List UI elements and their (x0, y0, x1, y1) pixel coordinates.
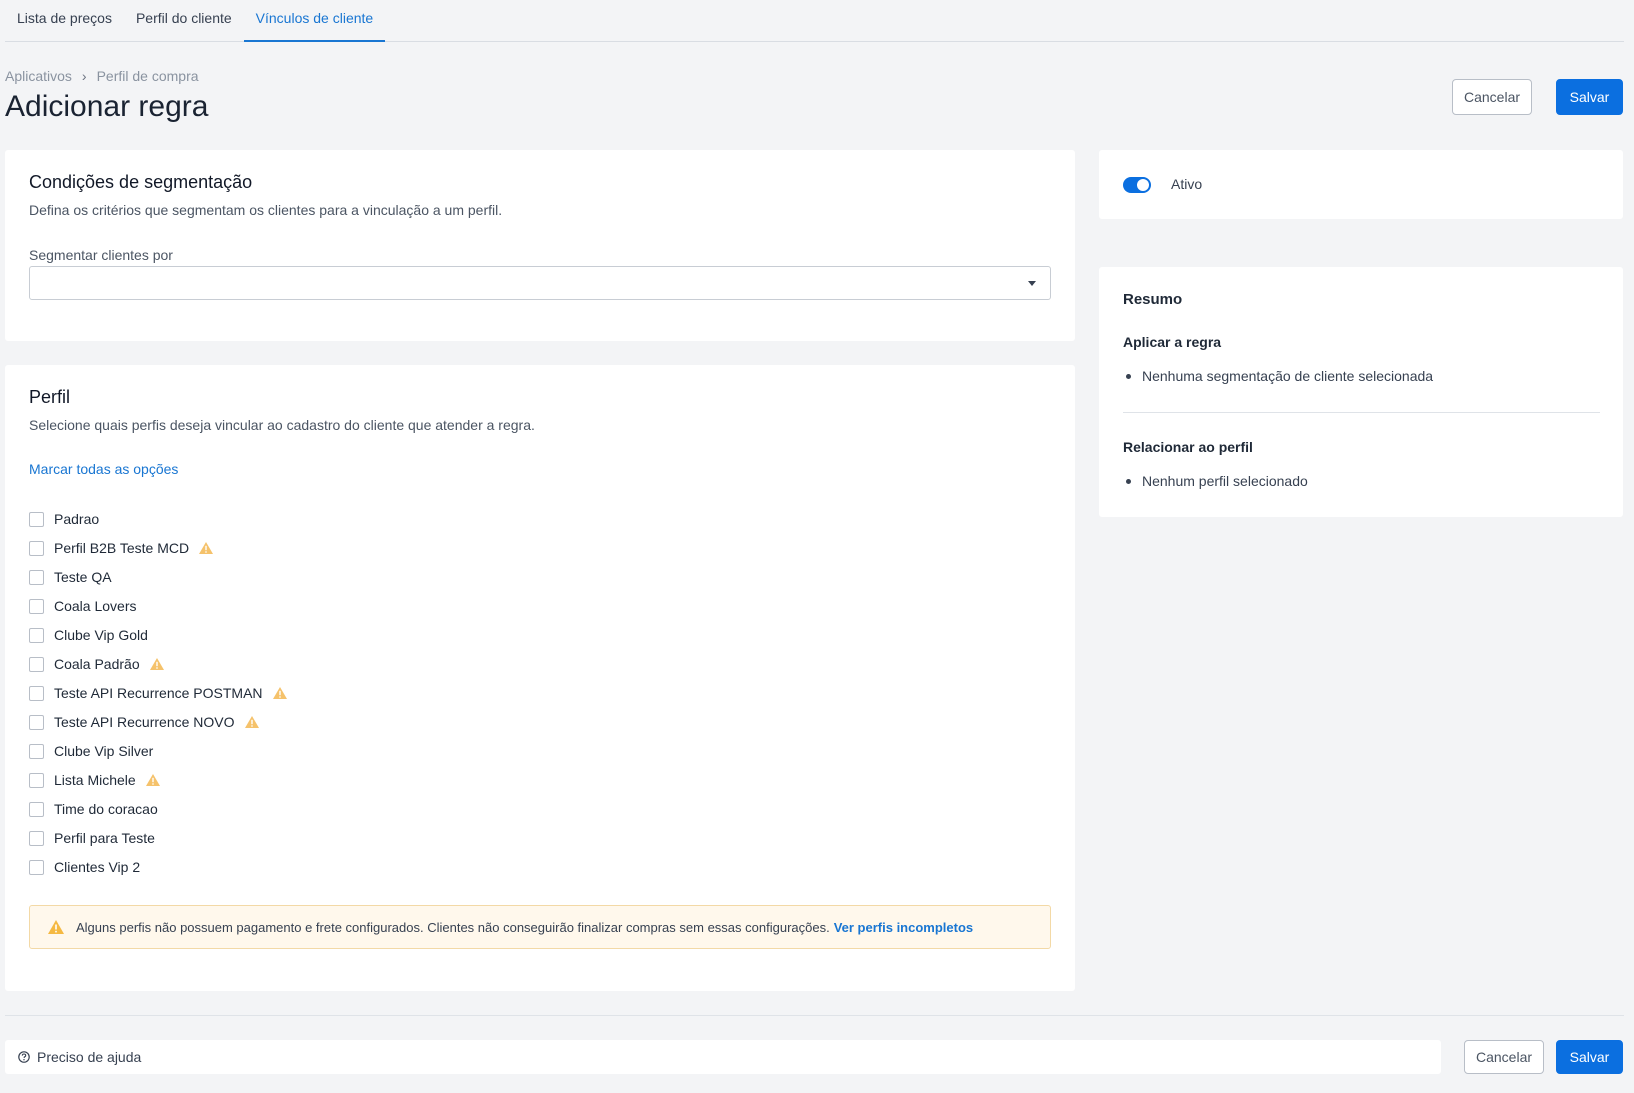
profile-option-label: Teste API Recurrence POSTMAN (54, 685, 263, 701)
profile-option[interactable]: Teste QA (29, 567, 112, 587)
profile-option[interactable]: Clube Vip Gold (29, 625, 148, 645)
profile-option-label: Coala Padrão (54, 656, 140, 672)
active-label: Ativo (1171, 176, 1203, 192)
tab-customer-links[interactable]: Vínculos de cliente (243, 0, 386, 42)
profile-checkbox[interactable] (29, 772, 44, 788)
summary-card: Resumo Aplicar a regra Nenhuma segmentaç… (1099, 267, 1623, 517)
tab-price-list[interactable]: Lista de preços (5, 0, 124, 42)
active-toggle[interactable] (1123, 177, 1151, 193)
breadcrumb-item-purchase-profile[interactable]: Perfil de compra (97, 68, 199, 84)
tab-customer-profile[interactable]: Perfil do cliente (124, 0, 244, 42)
bullet (1126, 373, 1131, 379)
footer-cancel-button[interactable]: Cancelar (1464, 1040, 1544, 1074)
profile-checkbox[interactable] (29, 801, 44, 817)
profile-checkbox[interactable] (29, 714, 44, 730)
profile-option-label: Clube Vip Silver (54, 743, 154, 759)
footer-save-button[interactable]: Salvar (1556, 1040, 1623, 1074)
profile-option[interactable]: Padrao (29, 509, 99, 529)
breadcrumb-separator: › (81, 68, 87, 84)
profile-title: Perfil (29, 387, 71, 407)
apply-rule-text: Nenhuma segmentação de cliente seleciona… (1142, 368, 1434, 384)
segmentation-description: Defina os critérios que segmentam os cli… (29, 202, 503, 218)
profile-card: Perfil Selecione quais perfis deseja vin… (5, 365, 1075, 991)
profile-option-label: Padrao (54, 511, 100, 527)
segment-by-label: Segmentar clientes por (29, 247, 173, 263)
incomplete-profiles-alert: Alguns perfis não possuem pagamento e fr… (29, 905, 1051, 949)
profile-checkbox[interactable] (29, 685, 44, 701)
breadcrumb-item-apps[interactable]: Aplicativos (5, 68, 72, 84)
profile-option[interactable]: Clientes Vip 2 (29, 857, 140, 877)
warning-triangle-icon (149, 658, 164, 670)
profile-option[interactable]: Teste API Recurrence POSTMAN (29, 683, 287, 703)
profile-option[interactable]: Perfil para Teste (29, 828, 155, 848)
footer-divider (5, 1015, 1624, 1016)
profile-option-label: Perfil para Teste (54, 830, 155, 846)
profile-option-label: Perfil B2B Teste MCD (54, 540, 190, 556)
toggle-knob (1137, 179, 1149, 191)
profile-option-label: Lista Michele (54, 772, 136, 788)
relate-profile-item: Nenhum perfil selecionado (1123, 473, 1308, 489)
profile-checkbox[interactable] (29, 859, 44, 875)
warning-triangle-icon (199, 542, 214, 554)
profile-checkbox[interactable] (29, 656, 44, 672)
profile-option-label: Teste API Recurrence NOVO (54, 714, 235, 730)
profile-option[interactable]: Time do coracao (29, 799, 158, 819)
help-bar[interactable]: Preciso de ajuda (5, 1040, 1441, 1074)
warning-triangle-icon (145, 774, 160, 786)
profile-description: Selecione quais perfis deseja vincular a… (29, 417, 535, 433)
view-incomplete-profiles-link[interactable]: Ver perfis incompletos (834, 920, 973, 935)
profile-checkbox[interactable] (29, 511, 44, 527)
alert-text: Alguns perfis não possuem pagamento e fr… (76, 919, 830, 935)
segmentation-title: Condições de segmentação (29, 172, 253, 192)
warning-triangle-icon (272, 687, 287, 699)
profile-option-label: Teste QA (54, 569, 112, 585)
profile-checkbox[interactable] (29, 569, 44, 585)
breadcrumb: Aplicativos › Perfil de compra (5, 68, 199, 84)
profile-option[interactable]: Lista Michele (29, 770, 160, 790)
profile-option[interactable]: Clube Vip Silver (29, 741, 153, 761)
profile-checkbox[interactable] (29, 540, 44, 556)
top-tabs: Lista de preços Perfil do cliente Víncul… (5, 0, 1624, 42)
summary-divider (1123, 412, 1600, 413)
profile-option-label: Coala Lovers (54, 598, 137, 614)
profile-option[interactable]: Teste API Recurrence NOVO (29, 712, 259, 732)
apply-rule-heading: Aplicar a regra (1123, 334, 1222, 350)
warning-triangle-icon (244, 716, 259, 728)
help-circle-icon (18, 1051, 30, 1063)
help-label: Preciso de ajuda (37, 1049, 142, 1065)
relate-profile-text: Nenhum perfil selecionado (1142, 473, 1308, 489)
segment-by-select[interactable] (29, 266, 1051, 300)
profile-checkbox[interactable] (29, 830, 44, 846)
status-card: Ativo (1099, 150, 1623, 219)
profile-option[interactable]: Perfil B2B Teste MCD (29, 538, 214, 558)
caret-down-icon (1028, 281, 1036, 286)
profile-option[interactable]: Coala Padrão (29, 654, 164, 674)
profile-option-label: Clientes Vip 2 (54, 859, 141, 875)
summary-title: Resumo (1123, 291, 1183, 308)
page-title: Adicionar regra (5, 90, 209, 123)
select-all-link[interactable]: Marcar todas as opções (29, 461, 178, 477)
profile-checkbox[interactable] (29, 743, 44, 759)
profile-checkbox[interactable] (29, 627, 44, 643)
bullet (1126, 478, 1131, 484)
relate-profile-heading: Relacionar ao perfil (1123, 439, 1253, 455)
warning-triangle-icon (48, 920, 64, 934)
segmentation-card: Condições de segmentação Defina os crité… (5, 150, 1075, 341)
profile-option[interactable]: Coala Lovers (29, 596, 137, 616)
cancel-button[interactable]: Cancelar (1452, 79, 1532, 115)
profile-option-label: Clube Vip Gold (54, 627, 148, 643)
profile-option-label: Time do coracao (54, 801, 158, 817)
profile-checkbox[interactable] (29, 598, 44, 614)
apply-rule-item: Nenhuma segmentação de cliente seleciona… (1123, 368, 1433, 384)
save-button[interactable]: Salvar (1556, 79, 1623, 115)
